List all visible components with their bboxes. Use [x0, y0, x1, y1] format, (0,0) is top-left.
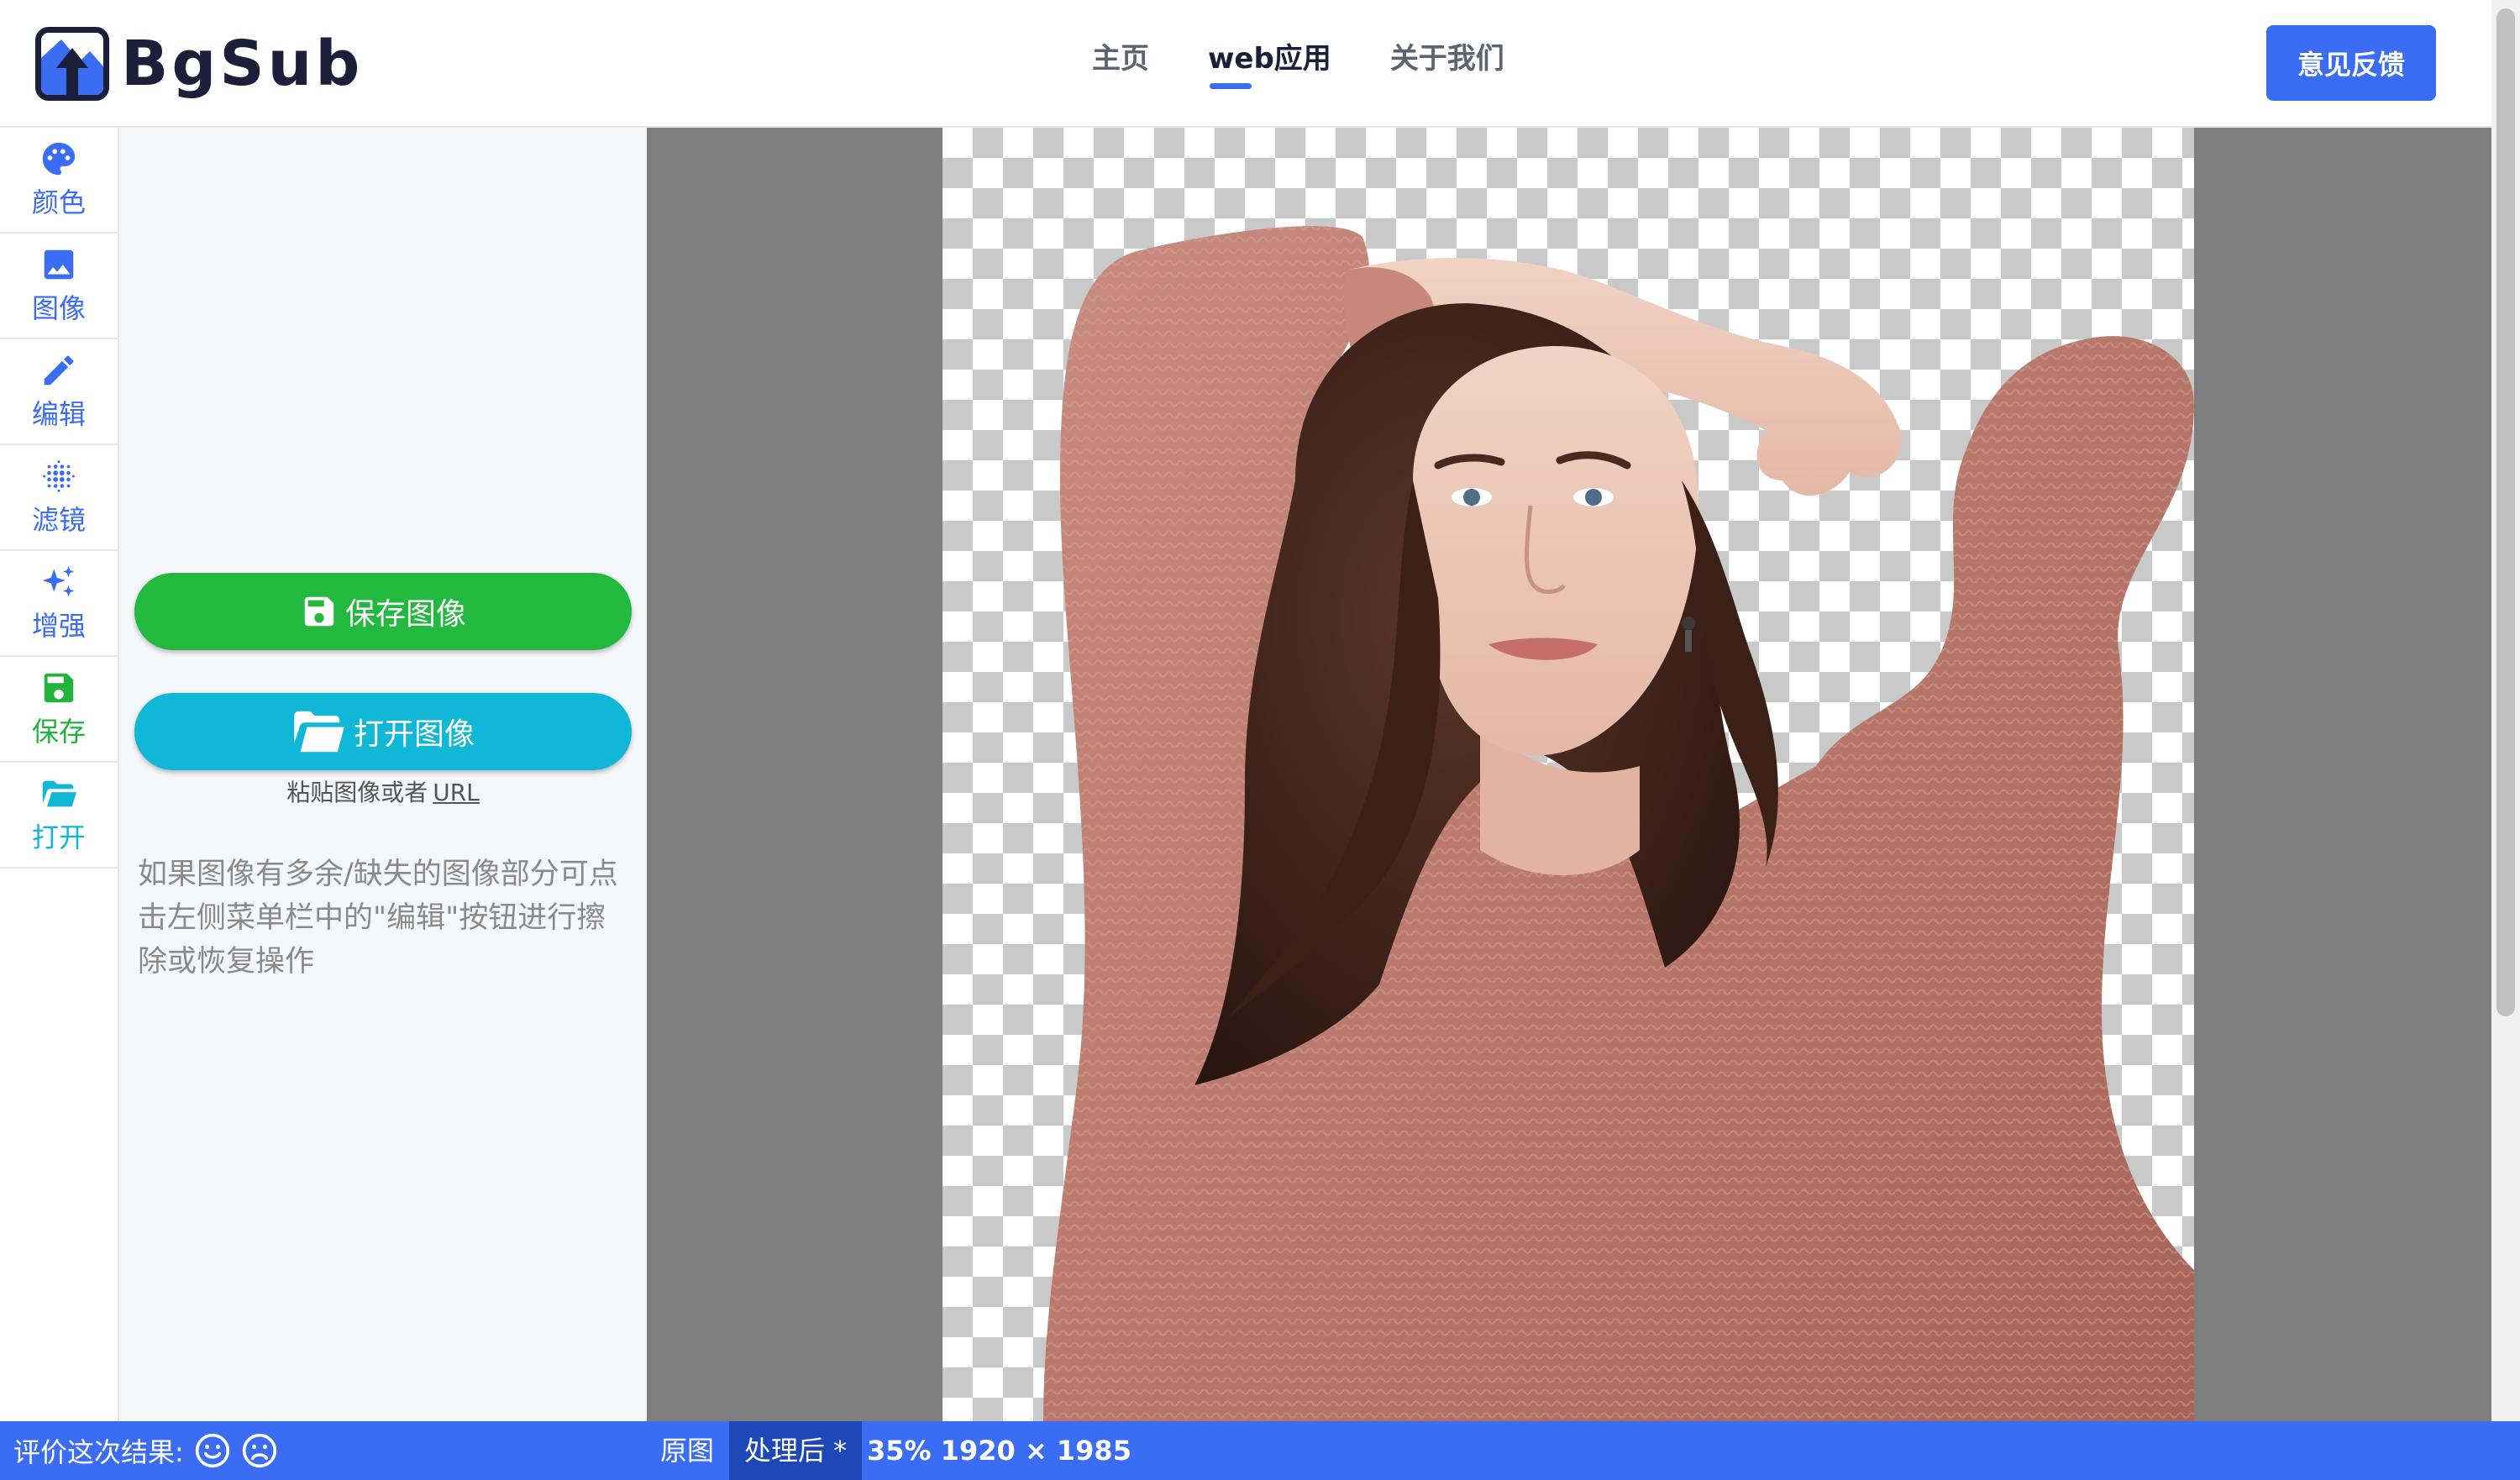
tool-filter-label: 滤镜: [31, 504, 86, 536]
nav-about[interactable]: 关于我们: [1390, 0, 1504, 128]
palette-icon: [42, 142, 76, 176]
image-info: 35% 1920 × 1985: [867, 1435, 1131, 1467]
sparkle-icon: [42, 565, 75, 597]
tool-enhance[interactable]: 增强: [0, 551, 118, 657]
tool-color-label: 颜色: [31, 186, 86, 218]
logo[interactable]: BgSub: [35, 24, 363, 104]
floppy-icon: [44, 673, 74, 703]
paste-hint: 粘贴图像或者 URL: [119, 774, 647, 808]
status-bar: 评价这次结果: 原图 处理后 * 35% 1920 × 1985: [0, 1421, 2520, 1480]
tool-save-label: 保存: [31, 716, 86, 748]
tool-image[interactable]: 图像: [0, 234, 118, 339]
logo-icon: [35, 27, 109, 101]
pencil-icon: [44, 355, 74, 386]
view-processed-tab[interactable]: 处理后 *: [729, 1421, 863, 1480]
rate-result: 评价这次结果:: [13, 1421, 278, 1480]
rate-label: 评价这次结果:: [13, 1436, 184, 1468]
scrollbar-thumb[interactable]: [2496, 8, 2515, 1016]
sad-face-icon[interactable]: [241, 1432, 278, 1469]
options-panel: 保存图像 打开图像 粘贴图像或者 URL 如果图像有多余/缺失的图像部分可点击左侧…: [119, 128, 647, 1421]
paste-hint-text: 粘贴图像或者: [286, 779, 428, 806]
open-image-label: 打开图像: [353, 717, 475, 752]
save-image-label: 保存图像: [344, 597, 466, 632]
tool-edit[interactable]: 编辑: [0, 339, 118, 445]
tool-open[interactable]: 打开: [0, 763, 118, 869]
image-canvas[interactable]: [647, 128, 2491, 1421]
save-image-button[interactable]: 保存图像: [134, 573, 632, 650]
tool-open-label: 打开: [31, 821, 86, 853]
top-header: BgSub 主页 web应用 关于我们 意见反馈: [0, 0, 2491, 128]
page-scrollbar[interactable]: [2491, 0, 2520, 1421]
main-nav: 主页 web应用 关于我们: [1092, 0, 1563, 128]
smile-face-icon[interactable]: [194, 1432, 231, 1469]
floppy-icon: [304, 596, 334, 627]
tool-image-label: 图像: [31, 292, 86, 324]
tool-edit-label: 编辑: [31, 398, 86, 430]
tool-filter[interactable]: 滤镜: [0, 445, 118, 551]
logo-text: BgSub: [121, 28, 364, 100]
feedback-button[interactable]: 意见反馈: [2266, 25, 2436, 101]
person-cutout-image: [1043, 226, 2194, 1421]
dots-filter-icon: [43, 460, 75, 492]
folder-open-icon: [294, 711, 344, 753]
tool-color[interactable]: 颜色: [0, 128, 118, 234]
nav-web-app[interactable]: web应用: [1208, 0, 1331, 128]
result-image: [942, 128, 2194, 1421]
nav-home[interactable]: 主页: [1092, 0, 1149, 128]
image-icon: [44, 249, 74, 280]
view-original-tab[interactable]: 原图: [648, 1421, 726, 1480]
tool-save[interactable]: 保存: [0, 657, 118, 763]
tool-enhance-label: 增强: [31, 610, 86, 642]
paste-url-link[interactable]: URL: [433, 779, 480, 806]
edit-hint-text: 如果图像有多余/缺失的图像部分可点击左侧菜单栏中的"编辑"按钮进行擦除或恢复操作: [138, 858, 618, 979]
folder-open-icon: [42, 780, 77, 807]
open-image-button[interactable]: 打开图像: [134, 693, 632, 770]
tool-sidebar: 颜色 图像 编辑 滤镜 增强 保存 打开: [0, 128, 119, 1421]
